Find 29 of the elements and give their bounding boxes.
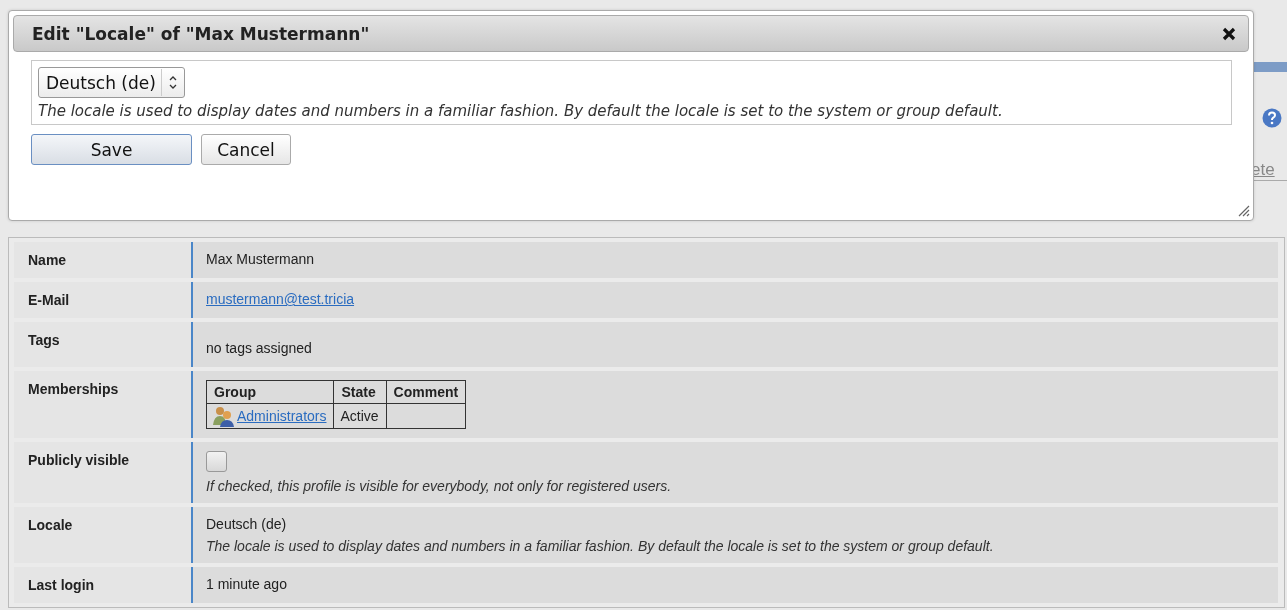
hint-text: If checked, this profile is visible for everybody, not only for registered users.: [206, 478, 672, 494]
cancel-button[interactable]: Cancel: [201, 134, 291, 165]
column-header: Group: [206, 380, 334, 404]
field-value: Max Mustermann: [206, 251, 315, 267]
column-header: Comment: [386, 380, 466, 404]
table-cell: Active: [333, 403, 387, 429]
email-link[interactable]: mustermann@test.tricia: [206, 291, 355, 307]
hint-text: The locale is used to display dates and numbers in a familiar fashion. By default the locale is set to the system or group default.: [38, 102, 1003, 120]
field-value: Deutsch (de): [206, 516, 287, 532]
field-value: no tags assigned: [206, 340, 312, 356]
group-link[interactable]: Administrators: [237, 408, 327, 424]
dialog-title: Edit "Locale" of "Max Mustermann": [32, 23, 370, 44]
checkbox[interactable]: [206, 451, 227, 472]
resize-grip-icon[interactable]: [1236, 203, 1250, 217]
field-label: Publicly visible: [28, 452, 130, 468]
save-button[interactable]: Save: [31, 134, 192, 165]
field-label: E-Mail: [28, 292, 70, 308]
group-icon: [213, 405, 235, 427]
column-header: State: [333, 380, 387, 404]
help-icon[interactable]: [1262, 108, 1282, 128]
hint-text: The locale is used to display dates and numbers in a familiar fashion. By default the locale is set to the system or group default.: [206, 538, 994, 554]
field-label: Name: [28, 252, 67, 268]
field-label: Last login: [28, 577, 95, 593]
field-label: Memberships: [28, 381, 119, 397]
field-value: 1 minute ago: [206, 576, 287, 592]
field-label: Locale: [28, 517, 73, 533]
field-label: Tags: [28, 332, 60, 348]
close-button[interactable]: [1222, 26, 1236, 41]
locale-select[interactable]: Deutsch (de): [38, 67, 185, 98]
